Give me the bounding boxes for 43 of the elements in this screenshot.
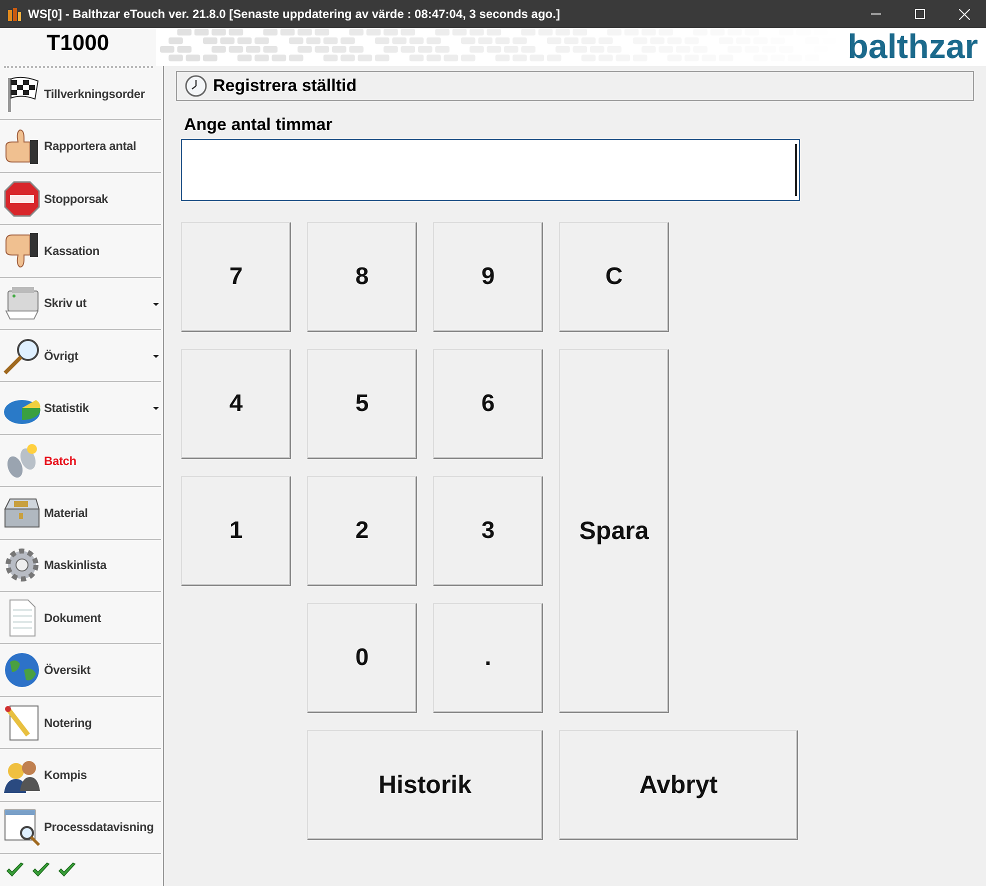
sidebar-item[interactable]: Statistik [0,382,161,435]
sidebar-item[interactable]: Batch [0,434,161,488]
window-title: WS[0] - Balthzar eTouch ver. 21.8.0 [Senaste uppdatering av värde : 08:47:04, 3 seconds ago.] [28,7,560,21]
number-key[interactable]: 5 [307,349,417,459]
sidebar-item[interactable]: Dokument [0,592,161,644]
sidebar-item[interactable]: Stopporsak [0,172,161,226]
sidebar-item[interactable]: Översikt [0,644,161,697]
app-icon [6,6,22,22]
sidebar-item[interactable]: Processdatavisning [0,802,161,854]
close-icon[interactable] [959,8,970,20]
maximize-icon[interactable] [915,9,925,19]
sidebar-item[interactable]: Maskinlista [0,540,161,592]
sidebar-item[interactable]: Övrigt [0,330,161,382]
cancel-button[interactable]: Avbryt [559,730,798,840]
sidebar-item[interactable]: Material [0,487,161,540]
sidebar-item[interactable]: Kassation [0,225,161,278]
sidebar-item[interactable]: Kompis [0,749,161,802]
number-key[interactable]: 9 [433,222,543,332]
station-name: T1000 [0,28,156,66]
check-icon [32,862,50,878]
panel-title: Registrera ställtid [213,76,357,96]
sidebar-item[interactable]: Skriv ut [0,278,161,330]
clear-key[interactable]: C [559,222,669,332]
number-key[interactable]: 2 [307,476,417,586]
check-icon [58,862,76,878]
sidebar-item[interactable]: Notering [0,696,161,750]
logo: balthzar [848,28,978,66]
clock-icon [185,75,207,97]
number-key[interactable]: 6 [433,349,543,459]
history-button[interactable]: Historik [307,730,543,840]
number-key[interactable]: 3 [433,476,543,586]
input-field[interactable] [181,139,800,201]
number-key[interactable]: 7 [181,222,291,332]
number-key[interactable]: 4 [181,349,291,459]
check-icon [6,862,24,878]
sidebar-item[interactable]: Tillverkningsorder [0,68,161,120]
save-button[interactable]: Spara [559,349,669,713]
field-label: Ange antal timmar [184,115,334,135]
sidebar-item[interactable]: Rapportera antal [0,120,161,173]
number-key[interactable]: . [433,603,543,713]
number-key[interactable]: 0 [307,603,417,713]
number-key[interactable]: 1 [181,476,291,586]
number-key[interactable]: 8 [307,222,417,332]
